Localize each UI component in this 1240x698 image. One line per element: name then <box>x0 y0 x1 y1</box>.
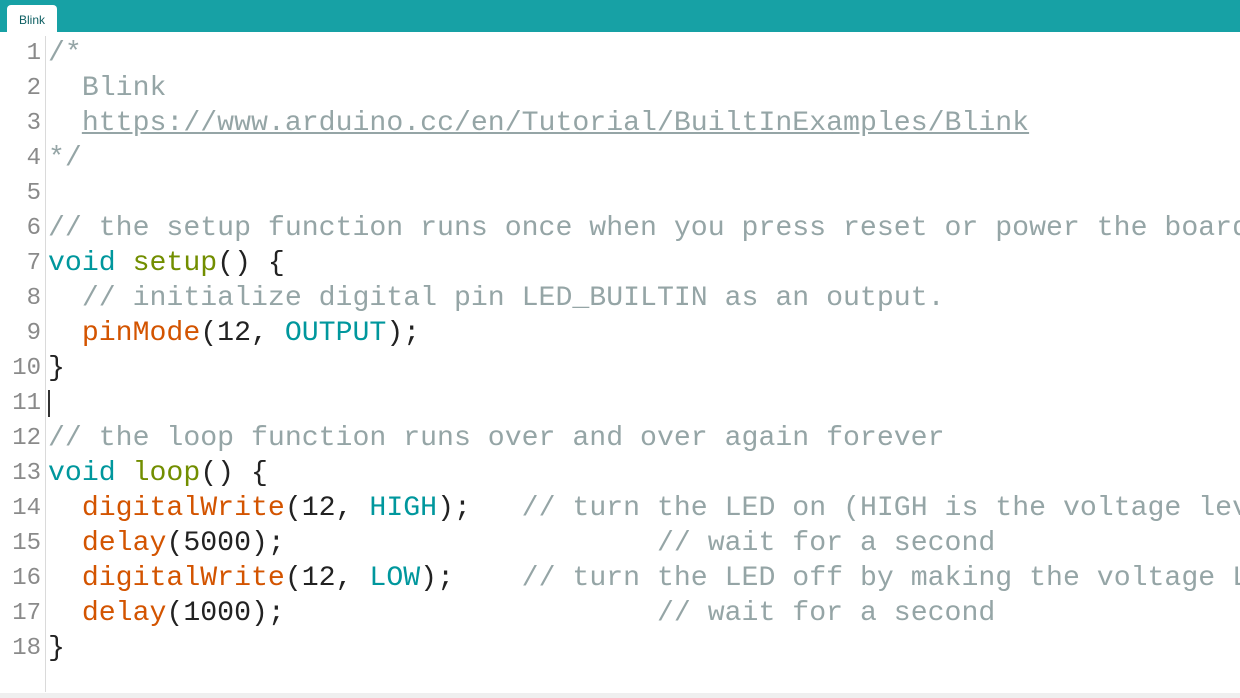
line-number: 4 <box>26 145 41 172</box>
code-token-plain: (12, <box>284 493 370 524</box>
code-token-plain: } <box>48 633 65 664</box>
code-line[interactable]: */ <box>48 141 1240 176</box>
line-number: 18 <box>12 635 41 662</box>
code-line[interactable]: } <box>48 631 1240 666</box>
code-token-link[interactable]: https://www.arduino.cc/en/Tutorial/Built… <box>82 108 1029 139</box>
code-line[interactable]: Blink <box>48 71 1240 106</box>
line-number: 10 <box>12 355 41 382</box>
code-token-kw: HIGH <box>369 493 438 524</box>
code-token-comment: // turn the LED off by making the voltag… <box>521 563 1240 594</box>
code-line[interactable]: digitalWrite(12, LOW); // turn the LED o… <box>48 561 1240 596</box>
code-line[interactable]: void setup() { <box>48 246 1240 281</box>
code-token-kw: OUTPUT <box>284 318 387 349</box>
code-line[interactable]: // the setup function runs once when you… <box>48 211 1240 246</box>
code-token-plain: (12, <box>284 563 370 594</box>
code-token-kw: LOW <box>369 563 421 594</box>
code-token-fn: delay <box>81 528 167 559</box>
line-number: 8 <box>26 285 41 312</box>
line-number: 6 <box>26 215 41 242</box>
line-number: 13 <box>12 460 41 487</box>
code-token-name: setup <box>132 248 218 279</box>
code-line[interactable]: https://www.arduino.cc/en/Tutorial/Built… <box>48 106 1240 141</box>
line-number: 17 <box>12 600 41 627</box>
line-number: 15 <box>12 530 41 557</box>
code-token-comment: // wait for a second <box>656 598 996 629</box>
code-line[interactable]: /* <box>48 36 1240 71</box>
code-line[interactable]: } <box>48 351 1240 386</box>
code-line[interactable]: ​ <box>48 386 1240 421</box>
line-number: 5 <box>26 180 41 207</box>
code-line[interactable]: // the loop function runs over and over … <box>48 421 1240 456</box>
code-token-fn: delay <box>81 598 167 629</box>
code-token-plain: ); <box>437 493 522 524</box>
code-token-comment <box>48 108 82 139</box>
line-number: 12 <box>12 425 41 452</box>
code-area[interactable]: /* Blink https://www.arduino.cc/en/Tutor… <box>48 36 1240 666</box>
code-token-comment: // wait for a second <box>656 528 996 559</box>
line-number-gutter: 1 2 3 4 5 6 7 8 9 10 11 12 13 14 15 16 17 18 <box>0 36 46 692</box>
editor-bottom-border <box>0 693 1240 698</box>
line-number: 7 <box>26 250 41 277</box>
code-token-comment: */ <box>48 143 82 174</box>
tab-bar: Blink <box>0 0 1240 32</box>
code-token-kw: void <box>48 248 116 279</box>
code-line[interactable]: delay(5000); // wait for a second <box>48 526 1240 561</box>
line-number: 14 <box>12 495 41 522</box>
code-line[interactable]: void loop() { <box>48 456 1240 491</box>
code-line[interactable]: delay(1000); // wait for a second <box>48 596 1240 631</box>
line-number: 1 <box>26 40 41 67</box>
code-token-plain: (12, <box>200 318 285 349</box>
line-number: 3 <box>26 110 41 137</box>
line-number: 11 <box>12 390 41 417</box>
code-line[interactable]: // initialize digital pin LED_BUILTIN as… <box>48 281 1240 316</box>
code-token-plain: (5000); <box>166 528 657 559</box>
code-token-fn: pinMode <box>81 318 201 349</box>
code-token-plain: () { <box>217 248 285 279</box>
code-line[interactable]: pinMode(12, OUTPUT); <box>48 316 1240 351</box>
code-token-plain: } <box>48 353 65 384</box>
line-number: 16 <box>12 565 41 592</box>
code-token-fn: digitalWrite <box>81 493 285 524</box>
code-editor[interactable]: 1 2 3 4 5 6 7 8 9 10 11 12 13 14 15 16 17 18 /* Blink htt… <box>0 36 1240 692</box>
code-token-kw: void <box>48 458 116 489</box>
code-token-plain: (1000); <box>166 598 657 629</box>
code-token-comment: // turn the LED on (HIGH is the voltage … <box>521 493 1240 524</box>
line-number: 2 <box>26 75 41 102</box>
code-token-plain: ); <box>386 318 421 349</box>
code-line[interactable]: ​ <box>48 176 1240 211</box>
code-token-comment: // the loop function runs over and over … <box>48 423 945 454</box>
code-token-comment: // the setup function runs once when you… <box>48 213 1240 244</box>
code-token-plain: ); <box>420 563 522 594</box>
code-token-fn: digitalWrite <box>81 563 285 594</box>
code-line[interactable]: digitalWrite(12, HIGH); // turn the LED … <box>48 491 1240 526</box>
code-token-name: loop <box>132 458 201 489</box>
code-token-comment: /* <box>48 38 82 69</box>
line-number: 9 <box>26 320 41 347</box>
text-cursor <box>48 390 50 417</box>
code-token-comment: Blink <box>48 73 167 104</box>
tab-blink[interactable]: Blink <box>7 5 57 32</box>
code-token-plain: () { <box>200 458 268 489</box>
code-token-comment: // initialize digital pin LED_BUILTIN as… <box>48 283 945 314</box>
